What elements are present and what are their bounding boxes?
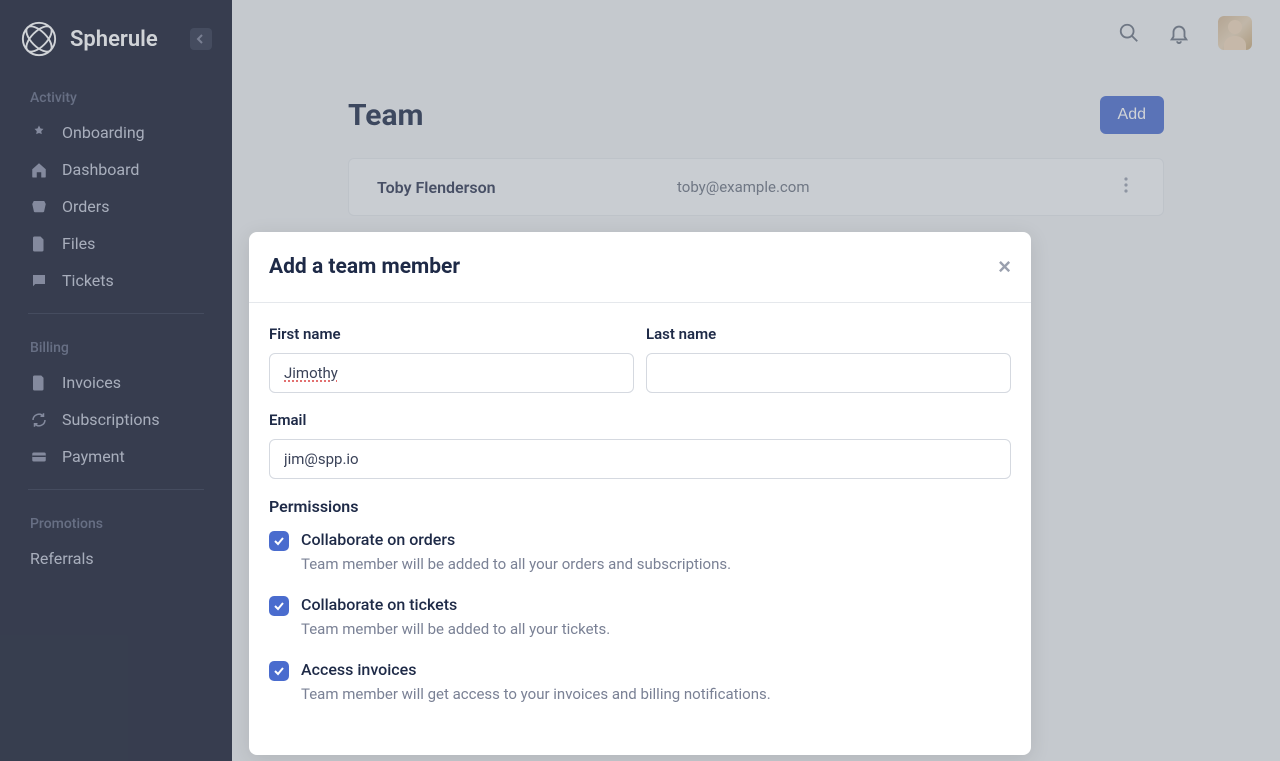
permission-label: Collaborate on orders [301,530,1011,549]
modal-title: Add a team member [269,255,460,279]
add-team-member-modal: Add a team member × First name Last name… [249,232,1031,755]
permission-desc: Team member will get access to your invo… [301,685,1011,703]
check-icon [273,600,285,612]
permission-label: Collaborate on tickets [301,595,1011,614]
close-button[interactable]: × [998,254,1011,280]
permissions-title: Permissions [269,497,1011,516]
permission-label: Access invoices [301,660,1011,679]
checkbox-orders[interactable] [269,531,289,551]
checkbox-invoices[interactable] [269,661,289,681]
close-icon: × [998,254,1011,279]
checkbox-tickets[interactable] [269,596,289,616]
last-name-label: Last name [646,325,1011,343]
last-name-field[interactable] [646,353,1011,393]
email-label: Email [269,411,1011,429]
modal-header: Add a team member × [249,232,1031,303]
check-icon [273,665,285,677]
first-name-field[interactable] [269,353,634,393]
permission-desc: Team member will be added to all your or… [301,555,1011,573]
modal-body: First name Last name Email Permissions C… [249,303,1031,755]
check-icon [273,535,285,547]
permission-collaborate-tickets: Collaborate on tickets Team member will … [269,595,1011,638]
permission-desc: Team member will be added to all your ti… [301,620,1011,638]
first-name-label: First name [269,325,634,343]
permission-access-invoices: Access invoices Team member will get acc… [269,660,1011,703]
email-field[interactable] [269,439,1011,479]
permission-collaborate-orders: Collaborate on orders Team member will b… [269,530,1011,573]
